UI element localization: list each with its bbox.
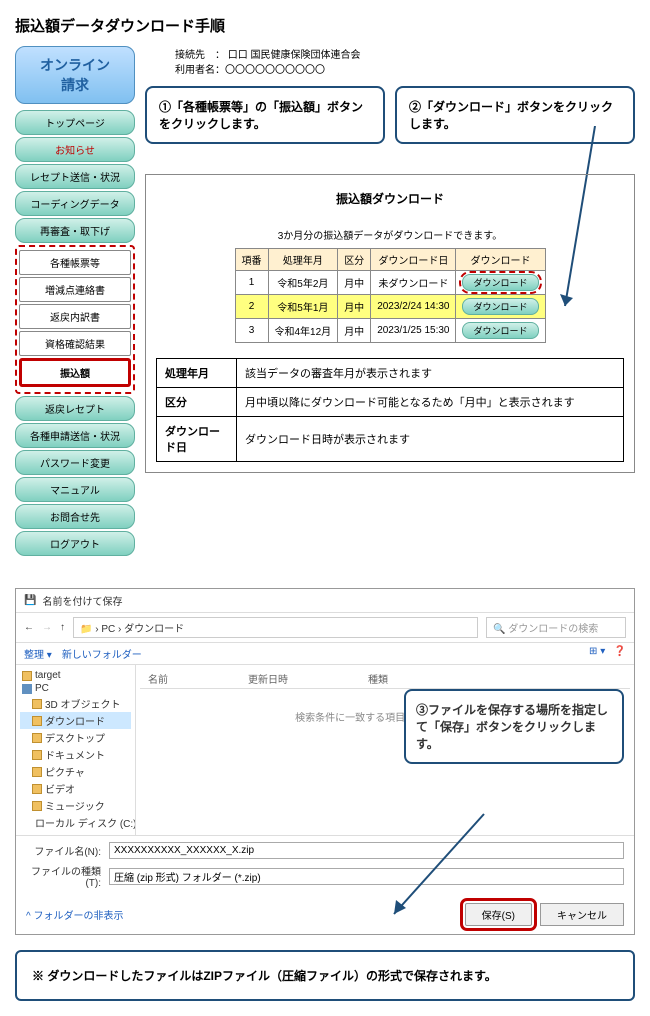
online-claim-button[interactable]: オンライン 請求 (15, 46, 135, 104)
hide-folders-link[interactable]: ^ フォルダーの非表示 (26, 907, 123, 922)
folder-icon (32, 699, 42, 709)
panel-title: 振込額ダウンロード (156, 190, 624, 207)
folder-icon (32, 801, 42, 811)
panel-subtitle: 3か月分の振込額データがダウンロードできます。 (156, 227, 624, 242)
tree-item[interactable]: target (20, 669, 131, 682)
sidebar: オンライン 請求 トップページお知らせレセプト送信・状況コーディングデータ再審査… (15, 46, 135, 558)
tree-item[interactable]: ピクチャ (20, 763, 131, 780)
folder-icon (22, 684, 32, 694)
view-options[interactable]: ⊞ ▾ ❓ (589, 646, 626, 661)
nav-subitem[interactable]: 各種帳票等 (19, 250, 131, 275)
tree-item[interactable]: 3D オブジェクト (20, 695, 131, 712)
callout-step3: ③ファイルを保存する場所を指定して「保存」ボタンをクリックします。 (404, 689, 624, 764)
download-button[interactable]: ダウンロード (462, 322, 538, 339)
tree-item[interactable]: PC (20, 682, 131, 695)
callout-step1: ①「各種帳票等」の「振込額」ボタンをクリックします。 (145, 86, 385, 144)
filetype-select[interactable] (109, 868, 624, 885)
download-button[interactable]: ダウンロード (462, 298, 538, 315)
nav-item[interactable]: コーディングデータ (15, 191, 135, 216)
report-subgroup: 各種帳票等増減点連絡書返戻内訳書資格確認結果 振込額 (15, 245, 135, 394)
table-row: 1令和5年2月月中未ダウンロードダウンロード (235, 271, 545, 295)
tree-item[interactable]: ダウンロード (20, 712, 131, 729)
nav-item[interactable]: ログアウト (15, 531, 135, 556)
tree-item[interactable]: ドキュメント (20, 746, 131, 763)
page-title: 振込額データダウンロード手順 (15, 15, 635, 36)
nav-item[interactable]: パスワード変更 (15, 450, 135, 475)
nav-subitem[interactable]: 返戻内訳書 (19, 304, 131, 329)
tree-item[interactable]: ボリューム (D:) (20, 831, 131, 835)
filename-input[interactable] (109, 842, 624, 859)
tree-item[interactable]: ミュージック (20, 797, 131, 814)
nav-item[interactable]: 各種申請送信・状況 (15, 423, 135, 448)
path-box[interactable]: 📁 › PC › ダウンロード (73, 617, 478, 638)
folder-icon (32, 750, 42, 760)
desc-row: 処理年月該当データの審査年月が表示されます (157, 359, 624, 388)
transfer-amount-button[interactable]: 振込額 (19, 358, 131, 387)
nav-item[interactable]: 返戻レセプト (15, 396, 135, 421)
folder-icon (32, 733, 42, 743)
fwd-icon[interactable]: → (42, 622, 52, 633)
save-icon: 💾 (24, 595, 36, 606)
up-icon[interactable]: ↑ (60, 622, 65, 633)
search-input[interactable]: 🔍 ダウンロードの検索 (486, 617, 626, 638)
table-header: 区分 (338, 249, 371, 271)
filename-label: ファイル名(N): (26, 843, 101, 858)
table-row: 2令和5年1月月中2023/2/24 14:30ダウンロード (235, 295, 545, 319)
nav-item[interactable]: 再審査・取下げ (15, 218, 135, 243)
connection-info: 接続先 ： 口口 国民健康保険団体連合会 利用者名：〇〇〇〇〇〇〇〇〇〇 (145, 46, 635, 76)
nav-item[interactable]: トップページ (15, 110, 135, 135)
table-header: ダウンロード日 (371, 249, 456, 271)
nav-subitem[interactable]: 資格確認結果 (19, 331, 131, 356)
folder-icon (32, 835, 42, 836)
table-header: 項番 (235, 249, 268, 271)
download-table: 項番処理年月区分ダウンロード日ダウンロード 1令和5年2月月中未ダウンロードダウ… (235, 248, 546, 343)
nav-subitem[interactable]: 増減点連絡書 (19, 277, 131, 302)
folder-icon (32, 784, 42, 794)
folder-icon (22, 671, 32, 681)
tree-item[interactable]: ローカル ディスク (C:) (20, 814, 131, 831)
desc-row: ダウンロード日ダウンロード日時が表示されます (157, 417, 624, 462)
folder-tree[interactable]: targetPC3D オブジェクトダウンロードデスクトップドキュメントピクチャビ… (16, 665, 136, 835)
table-header: ダウンロード (456, 249, 545, 271)
new-folder-button[interactable]: 新しいフォルダー (62, 650, 142, 661)
nav-item[interactable]: マニュアル (15, 477, 135, 502)
download-button[interactable]: ダウンロード (462, 274, 538, 291)
dialog-title: 名前を付けて保存 (42, 593, 122, 608)
description-table: 処理年月該当データの審査年月が表示されます区分月中頃以降にダウンロード可能となる… (156, 358, 624, 462)
back-icon[interactable]: ← (24, 622, 34, 633)
download-panel: 振込額ダウンロード 3か月分の振込額データがダウンロードできます。 項番処理年月… (145, 174, 635, 473)
callout-step2: ②「ダウンロード」ボタンをクリックします。 (395, 86, 635, 144)
filetype-label: ファイルの種類(T): (26, 863, 101, 889)
tree-item[interactable]: デスクトップ (20, 729, 131, 746)
save-dialog: 💾 名前を付けて保存 ← → ↑ 📁 › PC › ダウンロード 🔍 ダウンロー… (15, 588, 635, 935)
nav-item[interactable]: お知らせ (15, 137, 135, 162)
folder-icon (32, 716, 42, 726)
desc-row: 区分月中頃以降にダウンロード可能となるため「月中」と表示されます (157, 388, 624, 417)
cancel-button[interactable]: キャンセル (540, 903, 624, 926)
tree-item[interactable]: ビデオ (20, 780, 131, 797)
nav-item[interactable]: お問合せ先 (15, 504, 135, 529)
organize-menu[interactable]: 整理 ▾ (24, 650, 52, 661)
folder-icon (32, 767, 42, 777)
nav-item[interactable]: レセプト送信・状況 (15, 164, 135, 189)
note-box: ※ ダウンロードしたファイルはZIPファイル（圧縮ファイル）の形式で保存されます… (15, 950, 635, 1001)
save-button[interactable]: 保存(S) (465, 903, 532, 926)
table-header: 処理年月 (268, 249, 338, 271)
table-row: 3令和4年12月月中2023/1/25 15:30ダウンロード (235, 319, 545, 343)
